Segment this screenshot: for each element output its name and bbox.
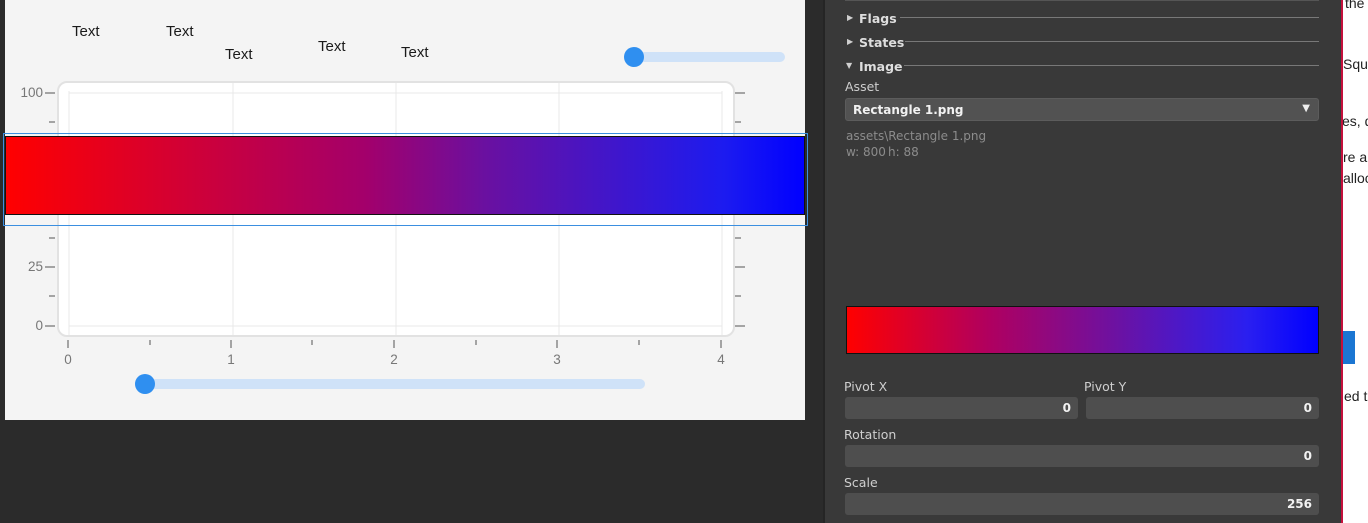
x-tick-3: 3 [553,352,561,367]
bottom-slider-track[interactable] [135,379,645,389]
gradient-image-element[interactable] [5,136,805,215]
x-tick-2: 2 [390,352,398,367]
peek-text-3: es, d [1342,113,1368,129]
peek-text-2: Squ [1343,56,1368,72]
flags-label: Flags [859,11,897,26]
peek-text-5: alloc [1343,170,1368,186]
asset-dropdown-value: Rectangle 1.png [853,103,964,117]
top-field-edge [845,0,1319,1]
triangle-down-icon: ▼ [846,61,853,70]
y-tick-25: 25 [27,259,43,274]
x-tick-4: 4 [717,352,725,367]
pivot-x-field[interactable]: 0 [845,397,1078,419]
inspector-panel: ▶ Flags ▶ States ▼ Image Asset Rectangle… [823,0,1341,523]
states-label: States [859,35,905,50]
caret-down-icon: ▼ [1302,103,1310,114]
asset-dropdown[interactable]: Rectangle 1.png ▼ [845,98,1319,121]
peek-text-4: re a [1343,149,1368,165]
rotation-field[interactable]: 0 [845,445,1319,467]
y-tick-0: 0 [35,318,43,333]
asset-height: h: 88 [888,145,919,159]
background-document-peek: the Squ es, d re a alloc ed th [1341,0,1368,523]
flags-divider [900,17,1319,18]
x-tick-0: 0 [64,352,72,367]
asset-preview-image [846,306,1319,354]
scale-field[interactable]: 256 [845,493,1319,515]
bottom-slider-thumb[interactable] [135,374,155,394]
pivot-y-field[interactable]: 0 [1086,397,1319,419]
x-tick-1: 1 [227,352,235,367]
asset-label: Asset [845,79,880,94]
scale-label: Scale [844,475,878,490]
image-label: Image [859,59,903,74]
pivot-x-label: Pivot X [844,379,888,394]
peek-text-1: the [1345,0,1365,11]
image-divider [904,65,1319,66]
peek-button[interactable] [1343,331,1355,364]
asset-width: w: 800 [846,145,886,159]
triangle-right-icon: ▶ [847,37,854,46]
design-canvas: Text Text Text Text Text 100 25 0 0 1 2 … [3,0,808,420]
states-divider [905,41,1319,42]
y-tick-100: 100 [20,85,43,100]
pivot-y-label: Pivot Y [1084,379,1127,394]
triangle-right-icon: ▶ [847,13,854,22]
asset-path: assets\Rectangle 1.png [846,129,987,143]
peek-text-6: ed th [1344,388,1368,404]
rotation-label: Rotation [844,427,897,442]
